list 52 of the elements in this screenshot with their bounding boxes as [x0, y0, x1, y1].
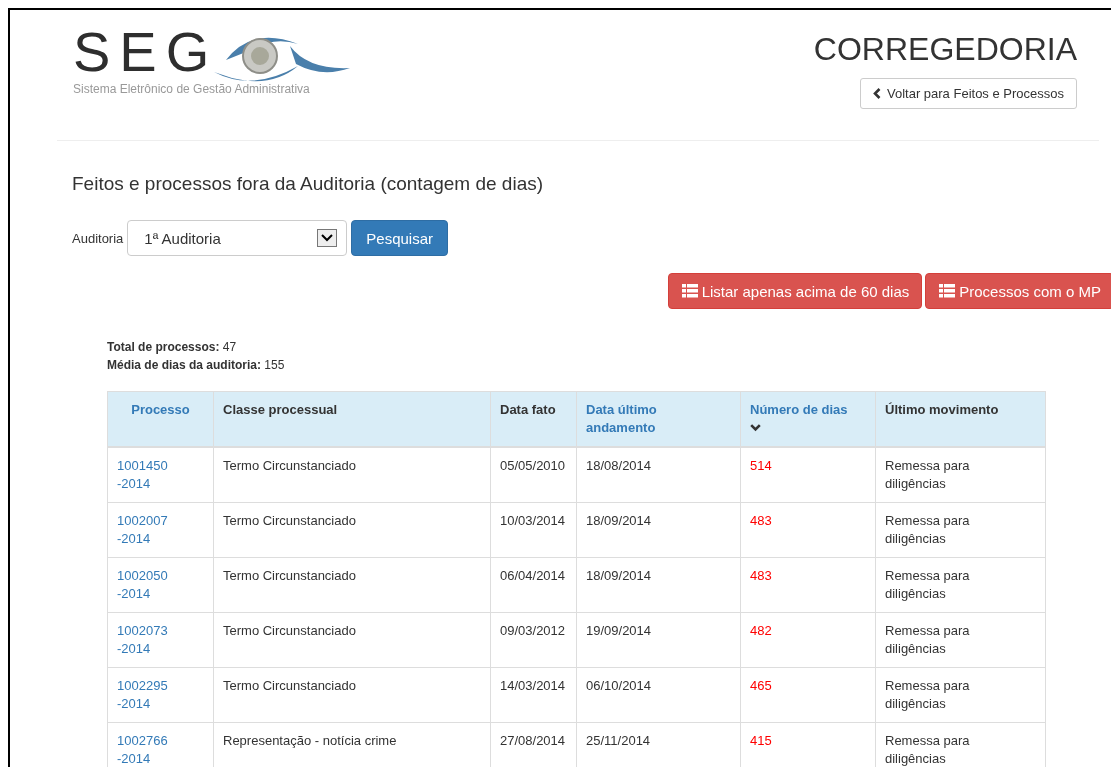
- days-cell: 465: [750, 678, 772, 693]
- list-icon: [681, 284, 698, 298]
- table-cell: Termo Circunstanciado: [223, 678, 356, 693]
- table-cell: 09/03/2012: [500, 623, 566, 638]
- days-cell: 514: [750, 458, 772, 473]
- table-cell: 14/03/2014: [500, 678, 566, 693]
- table-cell: Termo Circunstanciado: [223, 513, 356, 528]
- table-cell: 05/05/2010: [500, 458, 566, 473]
- logo-text: SEG: [73, 24, 219, 80]
- chevron-down-icon: [750, 424, 761, 432]
- days-cell: 483: [750, 568, 772, 583]
- table-cell: Termo Circunstanciado: [223, 623, 356, 638]
- list-button[interactable]: Processos com o MP: [925, 273, 1111, 309]
- column-sort-link[interactable]: Número de dias: [750, 401, 848, 419]
- table-cell: Termo Circunstanciado: [223, 568, 356, 583]
- column-sort-link[interactable]: Processo: [131, 401, 190, 419]
- table-cell: 06/10/2014: [586, 678, 652, 693]
- back-button[interactable]: Voltar para Feitos e Processos: [859, 78, 1077, 109]
- table-cell-text: Remessa para diligências: [885, 457, 971, 493]
- table-cell-text: Remessa para diligências: [885, 677, 971, 713]
- auditoria-select[interactable]: 1ª Auditoria: [127, 220, 348, 256]
- table-cell: Termo Circunstanciado: [223, 458, 356, 473]
- days-cell: 415: [750, 733, 772, 748]
- column-header: Último movimento: [885, 401, 999, 419]
- days-cell: 482: [750, 623, 772, 638]
- search-button[interactable]: Pesquisar: [351, 220, 448, 256]
- table-cell: 18/09/2014: [586, 513, 652, 528]
- summary-text: Total de processos: 47: [107, 339, 238, 356]
- table-cell: 10/03/2014: [500, 513, 566, 528]
- page-title: Feitos e processos fora da Auditoria (contagem de dias): [72, 173, 545, 195]
- logo-subtitle: Sistema Eletrônico de Gestão Administrativa: [73, 82, 311, 96]
- table-cell: 18/09/2014: [586, 568, 652, 583]
- table-cell: 25/11/2014: [586, 733, 651, 748]
- table-cell: 06/04/2014: [500, 568, 566, 583]
- list-button[interactable]: Listar apenas acima de 60 dias: [667, 273, 923, 309]
- column-sort-link[interactable]: Data último andamento: [586, 401, 701, 437]
- column-header: Data fato: [500, 401, 556, 419]
- column-header: Classe processual: [223, 401, 338, 419]
- table-cell: 18/08/2014: [586, 458, 652, 473]
- table-cell-text: Remessa para diligências: [885, 512, 971, 548]
- app-title: CORREGEDORIA: [813, 31, 1077, 67]
- table-cell: Representação - notícia crime: [223, 733, 397, 748]
- filter-label: Auditoria: [72, 230, 124, 246]
- summary-text: Média de dias da auditoria: 155: [107, 357, 286, 374]
- days-cell: 483: [750, 513, 772, 528]
- table-cell-text: Remessa para diligências: [885, 567, 971, 603]
- table-cell-text: Remessa para diligências: [885, 622, 971, 658]
- table-cell: 19/09/2014: [586, 623, 652, 638]
- chevron-left-icon: [872, 88, 881, 99]
- table-cell-text: Remessa para diligências: [885, 732, 971, 767]
- list-icon: [939, 284, 956, 298]
- table-cell: 27/08/2014: [500, 733, 566, 748]
